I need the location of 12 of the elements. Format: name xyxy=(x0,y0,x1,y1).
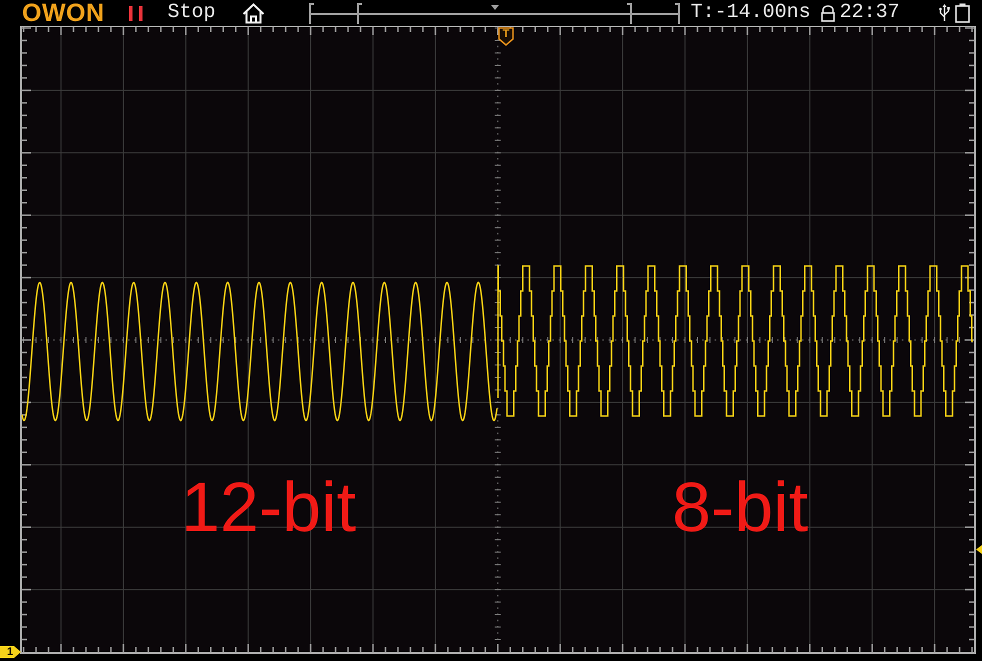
pause-icon xyxy=(128,6,144,20)
lock-icon xyxy=(820,4,835,22)
usb-icon xyxy=(938,4,950,22)
bit-depth-label: 8-bit xyxy=(672,472,808,542)
battery-icon xyxy=(954,3,970,23)
channel-marker: 1 xyxy=(0,644,21,660)
brand-logo: OWON xyxy=(22,0,105,26)
bit-depth-label: 12-bit xyxy=(181,472,356,542)
trigger-time-readout: T:-14.00ns xyxy=(690,3,811,23)
home-icon xyxy=(242,2,265,24)
run-status-label: Stop xyxy=(168,3,216,23)
clock-text: 22:37 xyxy=(840,3,900,23)
